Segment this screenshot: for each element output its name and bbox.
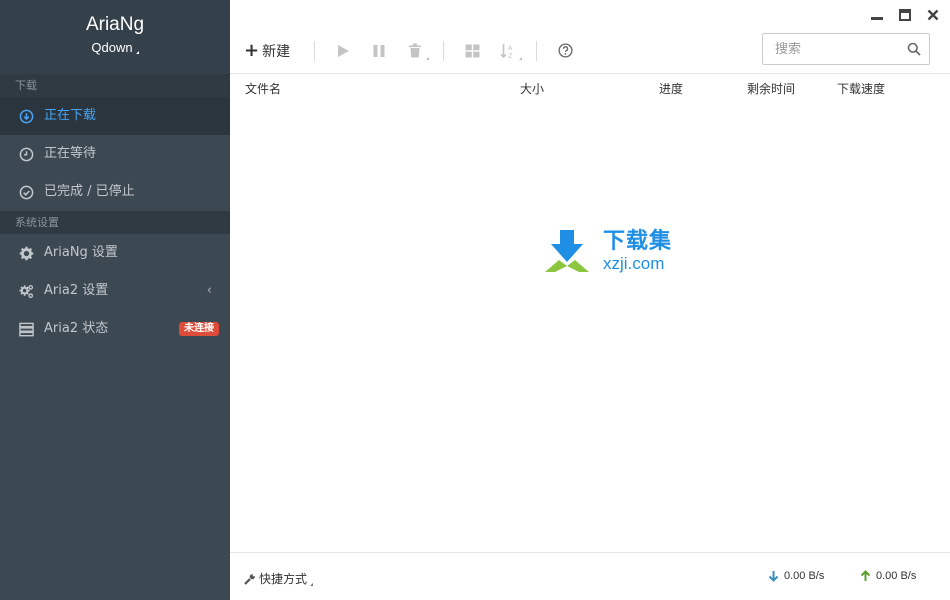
minimize-icon[interactable] [870, 6, 884, 24]
watermark-cn: 下载集 [603, 228, 673, 254]
toolbar: + 新建 AZ [230, 28, 950, 74]
shortcut-dropdown[interactable]: 快捷方式 [244, 570, 314, 587]
gears-icon [18, 283, 34, 299]
play-icon [338, 44, 350, 57]
shortcut-label: 快捷方式 [259, 572, 308, 586]
sidebar-item-label: 正在等待 [44, 146, 97, 161]
section-header-settings: 系统设置 [0, 211, 230, 234]
clock-icon [18, 146, 34, 162]
svg-text:Z: Z [508, 52, 513, 59]
server-icon [18, 321, 34, 337]
sidebar-item-aria2-status[interactable]: Aria2 状态 未连接 [0, 310, 230, 348]
watermark-en: xzji.com [603, 253, 665, 273]
brand: AriaNg Qdown [0, 0, 230, 74]
sidebar-item-waiting[interactable]: 正在等待 [0, 135, 230, 173]
column-download-speed[interactable]: 下载速度 [837, 80, 885, 97]
help-button[interactable] [553, 39, 577, 63]
start-button[interactable] [331, 39, 355, 63]
section-header-download: 下载 [0, 74, 230, 97]
toolbar-divider [314, 40, 316, 61]
close-icon[interactable] [926, 6, 940, 24]
search-box [762, 33, 930, 65]
sidebar-item-label: AriaNg 设置 [44, 245, 118, 260]
column-progress[interactable]: 进度 [659, 80, 683, 97]
toolbar-divider [443, 40, 445, 61]
column-size[interactable]: 大小 [520, 80, 544, 97]
sidebar-item-label: Aria2 设置 [44, 283, 109, 298]
watermark-text: 下载集 xzji.com [603, 228, 673, 273]
sidebar-item-label: 正在下载 [44, 108, 97, 123]
pause-button[interactable] [367, 39, 391, 63]
sidebar-item-stopped[interactable]: 已完成 / 已停止 [0, 173, 230, 211]
window-controls [870, 6, 940, 24]
column-remaining-time[interactable]: 剩余时间 [747, 80, 795, 97]
sidebar-item-label: Aria2 状态 [44, 321, 109, 336]
arrow-down-icon [768, 571, 779, 582]
download-circle-icon [18, 108, 34, 124]
arrow-up-icon [860, 570, 871, 581]
sidebar-item-aria2-settings[interactable]: Aria2 设置 ‹ [0, 272, 230, 310]
app-name: AriaNg [85, 14, 145, 35]
status-badge: 未连接 [179, 322, 219, 336]
sidebar: AriaNg Qdown 下载 正在下载 正在等待 已完成 / 已停止 系统设置… [0, 0, 230, 600]
upload-speed: 0.00 B/s [860, 570, 916, 582]
status-bar: 快捷方式 0.00 B/s 0.00 B/s [230, 552, 950, 600]
new-task-label: 新建 [262, 43, 291, 60]
question-circle-icon [558, 43, 573, 58]
download-speed: 0.00 B/s [768, 570, 824, 582]
app-subtitle-dropdown[interactable]: Qdown [91, 40, 139, 55]
trash-icon [409, 43, 422, 58]
svg-text:A: A [508, 44, 513, 52]
check-circle-icon [18, 184, 34, 200]
select-all-button[interactable] [460, 39, 484, 63]
new-task-button[interactable]: + 新建 [244, 41, 290, 61]
delete-button[interactable] [403, 39, 430, 63]
task-table-header: 文件名 大小 进度 剩余时间 下载速度 [230, 75, 950, 97]
search-input[interactable] [775, 41, 895, 57]
plus-icon: + [244, 39, 260, 61]
pause-icon [373, 44, 385, 57]
sidebar-item-ariang-settings[interactable]: AriaNg 设置 [0, 234, 230, 272]
maximize-icon[interactable] [898, 6, 912, 24]
chevron-left-icon: ‹ [206, 283, 212, 298]
download-arrow-logo-icon [545, 230, 589, 272]
column-filename[interactable]: 文件名 [245, 80, 281, 97]
download-speed-value: 0.00 B/s [784, 570, 825, 582]
gear-icon [18, 245, 34, 261]
upload-speed-value: 0.00 B/s [876, 570, 917, 582]
watermark-logo: 下载集 xzji.com [545, 228, 685, 274]
grid-icon [465, 44, 480, 57]
sidebar-item-downloading[interactable]: 正在下载 [0, 97, 230, 135]
sort-button[interactable]: AZ [496, 39, 523, 63]
sort-icon: AZ [500, 43, 513, 59]
search-icon[interactable] [907, 42, 921, 60]
wrench-icon [244, 573, 255, 585]
sidebar-item-label: 已完成 / 已停止 [44, 184, 135, 199]
toolbar-divider [536, 40, 538, 61]
